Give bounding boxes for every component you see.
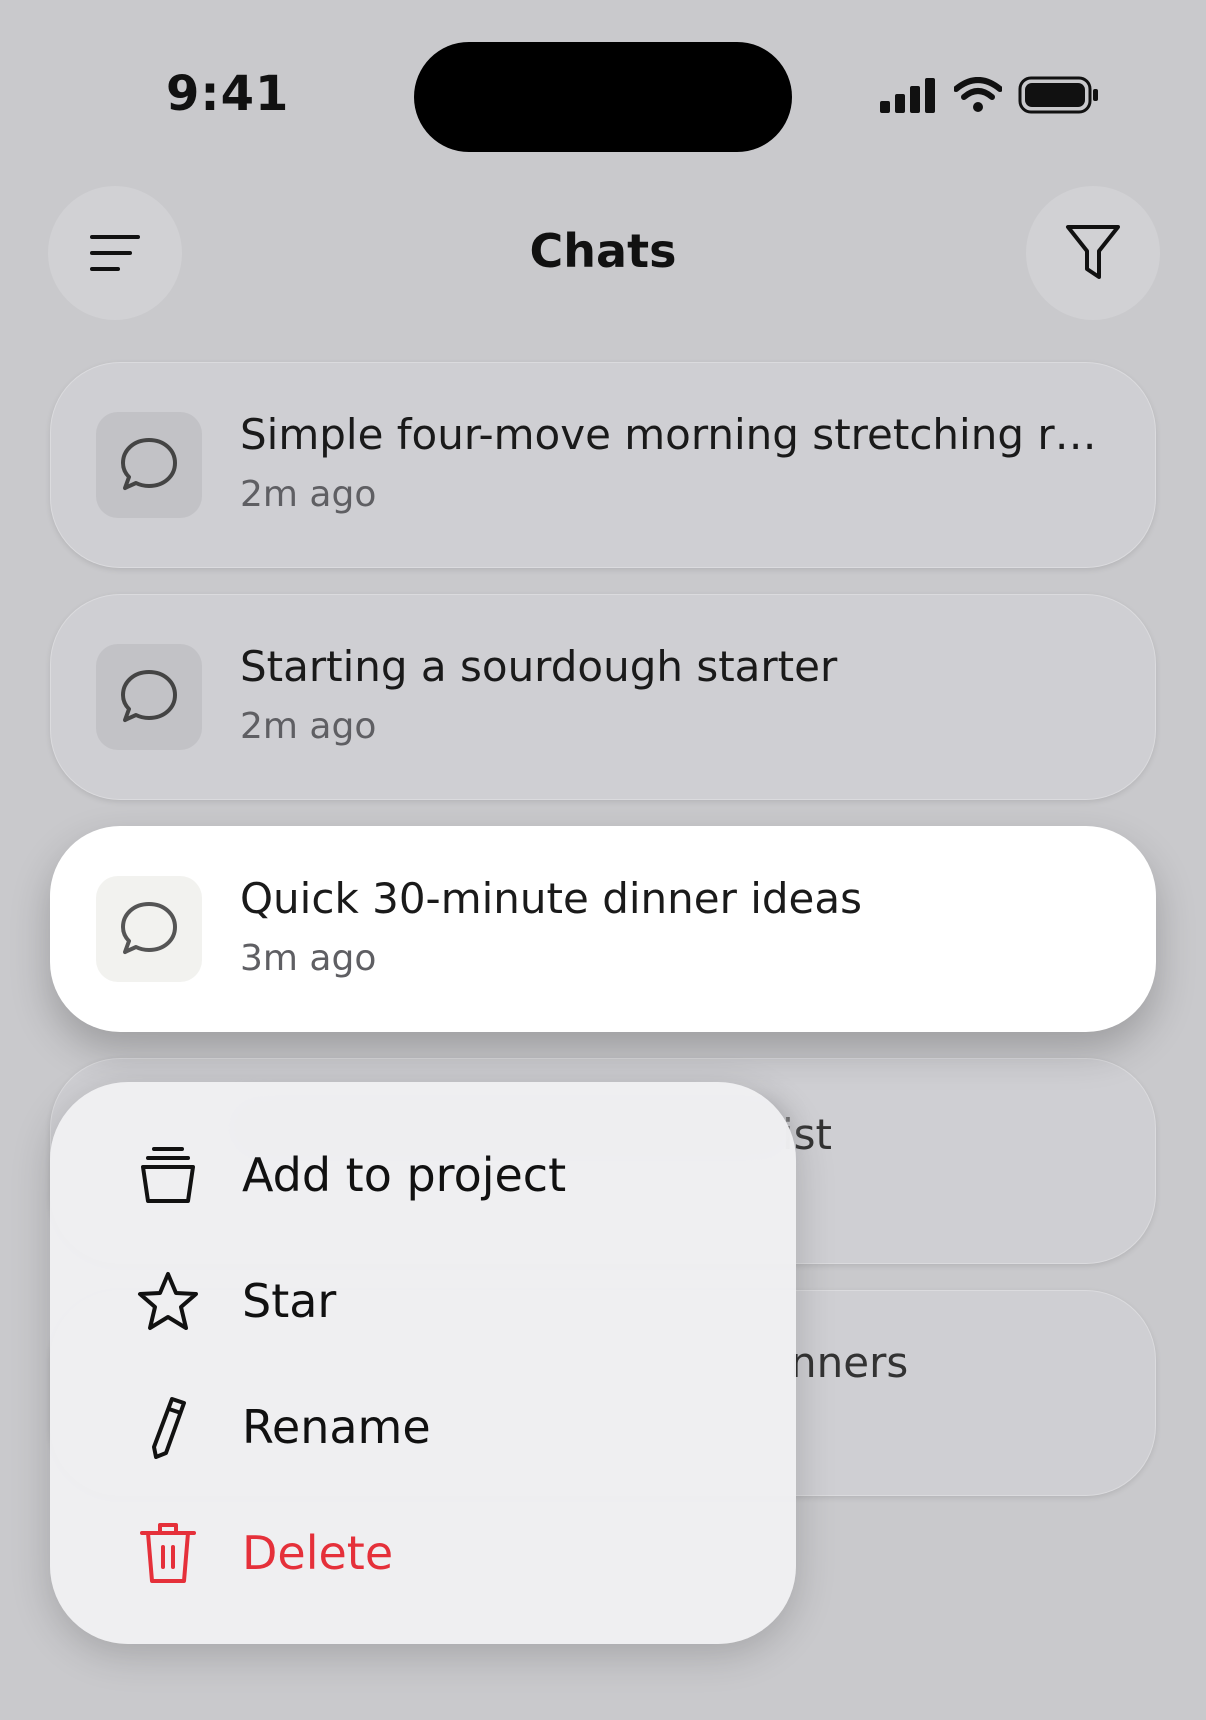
menu-item-label: Star xyxy=(242,1274,337,1328)
menu-item-rename[interactable]: Rename xyxy=(50,1372,796,1482)
chat-item[interactable]: Simple four-move morning stretching r… 2… xyxy=(50,362,1156,568)
context-menu: Add to project Star Rename Delete xyxy=(50,1082,796,1644)
chat-bubble-icon-tile xyxy=(96,412,202,518)
wifi-icon xyxy=(954,77,1002,112)
chat-title: ist xyxy=(782,1110,833,1159)
battery-icon xyxy=(1018,76,1098,114)
chat-title: Quick 30-minute dinner ideas xyxy=(240,874,863,923)
chat-title: nners xyxy=(790,1338,909,1387)
menu-item-label: Rename xyxy=(242,1400,431,1454)
chat-bubble-icon-tile xyxy=(96,644,202,750)
chat-bubble-icon xyxy=(121,670,177,722)
chat-item[interactable]: Starting a sourdough starter 2m ago xyxy=(50,594,1156,800)
chat-timestamp: 2m ago xyxy=(240,706,377,747)
chat-item-selected[interactable]: Quick 30-minute dinner ideas 3m ago xyxy=(50,826,1156,1032)
chat-title: Simple four-move morning stretching r… xyxy=(240,410,1097,459)
chat-bubble-icon-tile xyxy=(96,876,202,982)
star-icon xyxy=(136,1269,200,1333)
chat-bubble-icon xyxy=(121,438,177,490)
chat-bubble-icon xyxy=(121,902,177,954)
menu-item-star[interactable]: Star xyxy=(50,1246,796,1356)
trash-icon xyxy=(136,1521,200,1585)
menu-item-add-to-project[interactable]: Add to project xyxy=(50,1120,796,1230)
cellular-signal-icon xyxy=(880,78,935,113)
filter-icon xyxy=(1066,225,1120,279)
chat-timestamp: 2m ago xyxy=(240,474,377,515)
dynamic-island xyxy=(414,42,792,152)
project-icon xyxy=(136,1143,200,1207)
chat-timestamp: 3m ago xyxy=(240,938,377,979)
menu-item-label: Delete xyxy=(242,1526,394,1580)
status-time: 9:41 xyxy=(166,66,290,122)
status-icons xyxy=(880,76,1100,114)
pencil-icon xyxy=(136,1395,200,1459)
chat-title: Starting a sourdough starter xyxy=(240,642,838,691)
menu-item-label: Add to project xyxy=(242,1148,567,1202)
menu-item-delete[interactable]: Delete xyxy=(50,1498,796,1608)
filter-button[interactable] xyxy=(1026,186,1160,320)
